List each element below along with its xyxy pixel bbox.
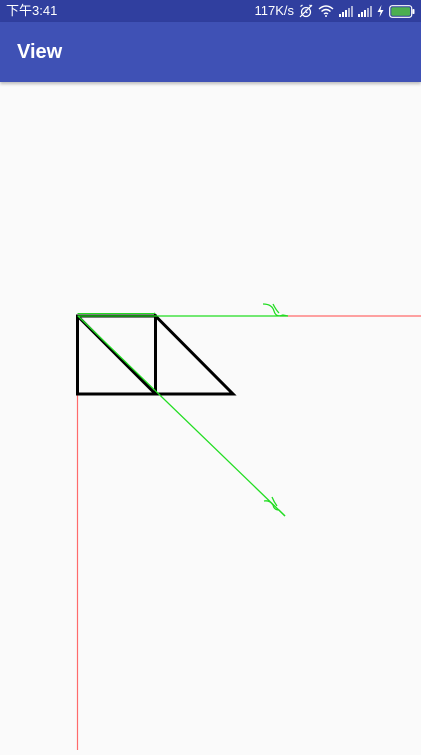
charging-icon bbox=[377, 5, 384, 17]
horizontal-arrowhead-icon bbox=[262, 303, 289, 317]
wifi-icon bbox=[318, 5, 334, 17]
signal-icon bbox=[358, 5, 372, 17]
drawing-canvas[interactable] bbox=[0, 82, 421, 750]
status-time: 下午3:41 bbox=[6, 3, 58, 18]
signal-icon bbox=[339, 5, 353, 17]
app-bar: View bbox=[0, 22, 421, 82]
network-speed: 117K/s bbox=[254, 3, 294, 18]
drawing-svg bbox=[76, 303, 421, 750]
triangle-shape bbox=[154, 312, 237, 396]
page-title: View bbox=[17, 41, 63, 63]
status-icons: 117K/s bbox=[254, 3, 415, 19]
status-bar: 下午3:41 117K/s bbox=[0, 0, 421, 22]
battery-icon bbox=[389, 4, 415, 18]
diagonal-vector-line bbox=[77, 315, 286, 517]
alarm-off-icon bbox=[299, 4, 313, 18]
